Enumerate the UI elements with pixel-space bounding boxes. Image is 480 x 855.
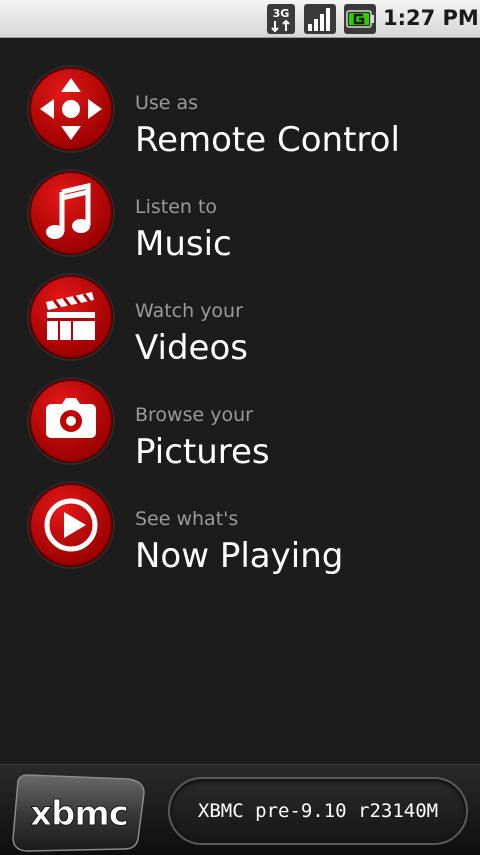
menu-item-subtitle: Listen to: [135, 196, 218, 218]
menu-item-subtitle: Watch your: [135, 300, 243, 322]
menu-item-title: Remote Control: [135, 120, 400, 160]
play-icon: [27, 481, 115, 569]
remote-dpad-icon: [27, 65, 115, 153]
version-text: XBMC pre-9.10 r23140M: [197, 800, 439, 822]
3g-icon: 3G: [267, 4, 295, 34]
camera-icon: [27, 377, 115, 465]
svg-text:3G: 3G: [273, 7, 290, 20]
xbmc-logo-text: xbmc: [30, 794, 128, 834]
battery-charging-icon: [344, 4, 376, 34]
menu-item-pictures[interactable]: Browse your Pictures: [0, 372, 480, 472]
status-bar: 3G 1:27 PM: [0, 0, 480, 38]
signal-icon: [304, 4, 336, 34]
clapperboard-icon: [27, 273, 115, 361]
music-note-icon: [27, 169, 115, 257]
menu-item-title: Music: [135, 224, 232, 264]
menu-item-subtitle: See what's: [135, 508, 239, 530]
menu-item-subtitle: Use as: [135, 92, 199, 114]
menu-item-music[interactable]: Listen to Music: [0, 164, 480, 264]
menu-item-title: Videos: [135, 328, 248, 368]
menu-item-remote-control[interactable]: Use as Remote Control: [0, 60, 480, 160]
menu-item-now-playing[interactable]: See what's Now Playing: [0, 476, 480, 576]
xbmc-logo-button[interactable]: xbmc: [8, 773, 150, 853]
menu-item-title: Pictures: [135, 432, 270, 472]
version-display: XBMC pre-9.10 r23140M: [168, 777, 468, 845]
menu-item-videos[interactable]: Watch your Videos: [0, 268, 480, 368]
status-time: 1:27 PM: [383, 6, 479, 30]
menu-item-subtitle: Browse your: [135, 404, 253, 426]
bottom-bar: xbmc XBMC pre-9.10 r23140M: [0, 764, 480, 855]
menu-item-title: Now Playing: [135, 536, 344, 576]
